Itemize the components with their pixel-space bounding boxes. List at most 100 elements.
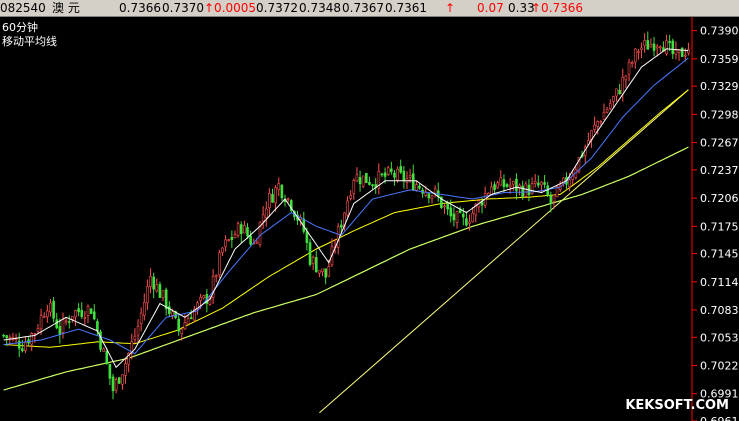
candle-up (261, 214, 265, 222)
candle-up (46, 310, 49, 318)
candle-up (684, 54, 687, 57)
y-tick-label: 0.7114 (700, 276, 739, 289)
y-tick-label: 0.7175 (700, 220, 739, 233)
candle-up (124, 363, 127, 376)
candle-up (637, 51, 640, 53)
trend-line (319, 89, 689, 414)
candle-up (621, 77, 625, 95)
candle-up (643, 40, 646, 47)
candle-up (630, 62, 634, 65)
candle-up (227, 239, 231, 241)
candle-up (221, 247, 224, 253)
indicator-label: 移动平均线 (2, 35, 57, 48)
symbol-name: 澳 元 (52, 1, 80, 15)
candle-up (186, 318, 190, 325)
y-tick-label: 0.7053 (700, 331, 739, 344)
candle-up (218, 252, 221, 276)
candle-down (515, 178, 518, 192)
candle-down (465, 218, 468, 226)
candle-up (593, 124, 596, 130)
candlestick-chart[interactable]: 0.7390 0.7359 0.7329 0.7298 0.7267 0.7237 0.72… (0, 17, 739, 421)
candle-down (152, 276, 155, 290)
candle-up (327, 266, 331, 277)
candle-down (427, 193, 431, 199)
candle-down (324, 268, 327, 278)
candle-down (390, 168, 393, 172)
candle-up (349, 195, 352, 199)
candle-up (649, 44, 653, 48)
candle-down (5, 335, 8, 339)
candle-up (274, 187, 277, 204)
candle-up (508, 184, 512, 188)
candle-up (311, 256, 315, 264)
candle-down (239, 224, 243, 234)
candle-up (540, 181, 543, 186)
candle-up (64, 320, 68, 323)
candle-down (411, 173, 415, 191)
y-tick-label: 0.7298 (700, 108, 739, 121)
candle-up (640, 47, 643, 50)
chart-area[interactable]: 0.7390 0.7359 0.7329 0.7298 0.7267 0.7237 0.72… (0, 17, 739, 421)
candle-down (537, 182, 540, 186)
candle-up (658, 46, 662, 49)
candle-down (340, 224, 343, 228)
candle-down (177, 318, 180, 332)
candle-down (505, 184, 509, 187)
candle-up (49, 302, 52, 313)
candle-up (255, 242, 259, 244)
candle-up (277, 183, 281, 190)
candle-up (24, 342, 27, 351)
candle-down (117, 377, 121, 384)
candle-up (14, 338, 18, 341)
candle-up (386, 167, 390, 175)
candle-down (230, 237, 234, 240)
candle-up (268, 192, 271, 208)
candle-up (30, 333, 34, 345)
candle-up (155, 284, 159, 292)
candle-down (308, 242, 312, 265)
candle-down (452, 213, 456, 221)
candle-up (624, 75, 628, 81)
candle-down (502, 179, 506, 187)
candle-up (346, 200, 349, 216)
candle-up (665, 40, 668, 55)
candle-up (568, 179, 571, 188)
candle-down (543, 182, 546, 185)
candle-down (92, 311, 96, 320)
candle-down (680, 47, 684, 57)
candle-up (496, 182, 499, 189)
candle-up (605, 109, 609, 113)
candle-up (533, 181, 537, 184)
candle-up (36, 328, 40, 332)
candle-up (286, 198, 290, 200)
candle-down (402, 170, 406, 182)
candle-down (668, 41, 671, 44)
candle-down (418, 185, 421, 189)
candle-down (55, 319, 59, 329)
candle-up (102, 348, 105, 352)
candle-down (271, 194, 274, 203)
candle-up (608, 103, 612, 109)
ma-mid-line (3, 89, 689, 348)
candle-up (415, 184, 418, 191)
candle-up (430, 195, 434, 199)
candle-up (171, 311, 174, 316)
candle-up (224, 239, 227, 248)
candle-up (121, 374, 124, 385)
candle-up (199, 296, 202, 301)
quote-arrow: ↑ (445, 1, 456, 15)
candle-down (158, 284, 162, 298)
candle-down (249, 235, 252, 245)
y-tick-label: 0.7390 (700, 25, 739, 38)
candle-up (596, 120, 600, 127)
symbol-code: 082540 (0, 1, 46, 15)
quote-low: 0.7348 (299, 1, 341, 15)
candle-down (89, 308, 93, 314)
candle-up (352, 180, 356, 194)
candle-up (146, 286, 149, 304)
y-tick-label: 0.7145 (700, 248, 739, 261)
candle-up (612, 96, 615, 102)
candle-down (393, 172, 396, 178)
candle-down (111, 376, 115, 392)
ma-short-line (3, 48, 689, 369)
